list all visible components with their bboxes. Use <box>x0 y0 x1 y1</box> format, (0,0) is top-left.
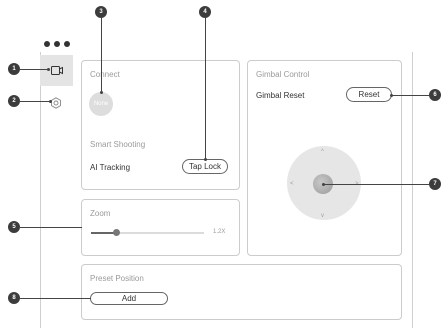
reset-button[interactable]: Reset <box>346 87 392 102</box>
smart-shooting-title: Smart Shooting <box>90 140 146 149</box>
right-divider <box>412 52 413 328</box>
callout-1-end <box>47 68 50 71</box>
callout-4-line <box>205 18 206 160</box>
zoom-slider-thumb[interactable] <box>112 229 120 236</box>
dot <box>54 41 60 47</box>
zoom-value: 1.2X <box>213 229 226 235</box>
callout-8: 8 <box>8 292 20 304</box>
callout-3-line <box>101 18 102 93</box>
callout-2-line <box>20 101 50 102</box>
callout-1-line <box>20 69 48 70</box>
gimbal-control-title: Gimbal Control <box>256 70 310 79</box>
dot <box>44 41 50 47</box>
joystick-up-arrow: ^ <box>321 149 324 155</box>
callout-7: 7 <box>429 178 441 190</box>
ai-tracking-label: AI Tracking <box>90 163 131 172</box>
gear-icon <box>51 97 61 109</box>
callout-6-end <box>390 94 393 97</box>
callout-5: 5 <box>8 221 20 233</box>
callout-6: 6 <box>429 89 441 101</box>
callout-2-end <box>49 100 52 103</box>
add-preset-button[interactable]: Add <box>90 292 168 305</box>
callout-7-line <box>323 184 429 185</box>
callout-1: 1 <box>8 63 20 75</box>
dot <box>64 41 70 47</box>
gimbal-reset-label: Gimbal Reset <box>256 91 305 100</box>
sidebar-item-camera[interactable] <box>40 55 73 86</box>
callout-4: 4 <box>199 6 211 18</box>
callout-2: 2 <box>8 95 20 107</box>
joystick-down-arrow: v <box>321 213 324 219</box>
callout-6-line <box>391 95 429 96</box>
callout-4-end <box>204 158 207 161</box>
device-none-button[interactable]: None <box>89 92 113 116</box>
callout-5-line <box>20 227 82 228</box>
callout-7-end <box>322 183 325 186</box>
zoom-slider[interactable] <box>91 229 204 236</box>
zoom-panel <box>81 199 240 256</box>
callout-3-end <box>100 91 103 94</box>
zoom-title: Zoom <box>90 209 111 218</box>
camera-icon <box>50 66 63 75</box>
tap-lock-button[interactable]: Tap Lock <box>182 159 228 174</box>
preset-position-title: Preset Position <box>90 274 144 283</box>
callout-8-line <box>20 298 91 299</box>
connect-title: Connect <box>90 70 120 79</box>
joystick-left-arrow: < <box>290 181 294 187</box>
more-menu-icon[interactable] <box>44 41 70 47</box>
sidebar-divider <box>40 52 41 328</box>
callout-3: 3 <box>95 6 107 18</box>
